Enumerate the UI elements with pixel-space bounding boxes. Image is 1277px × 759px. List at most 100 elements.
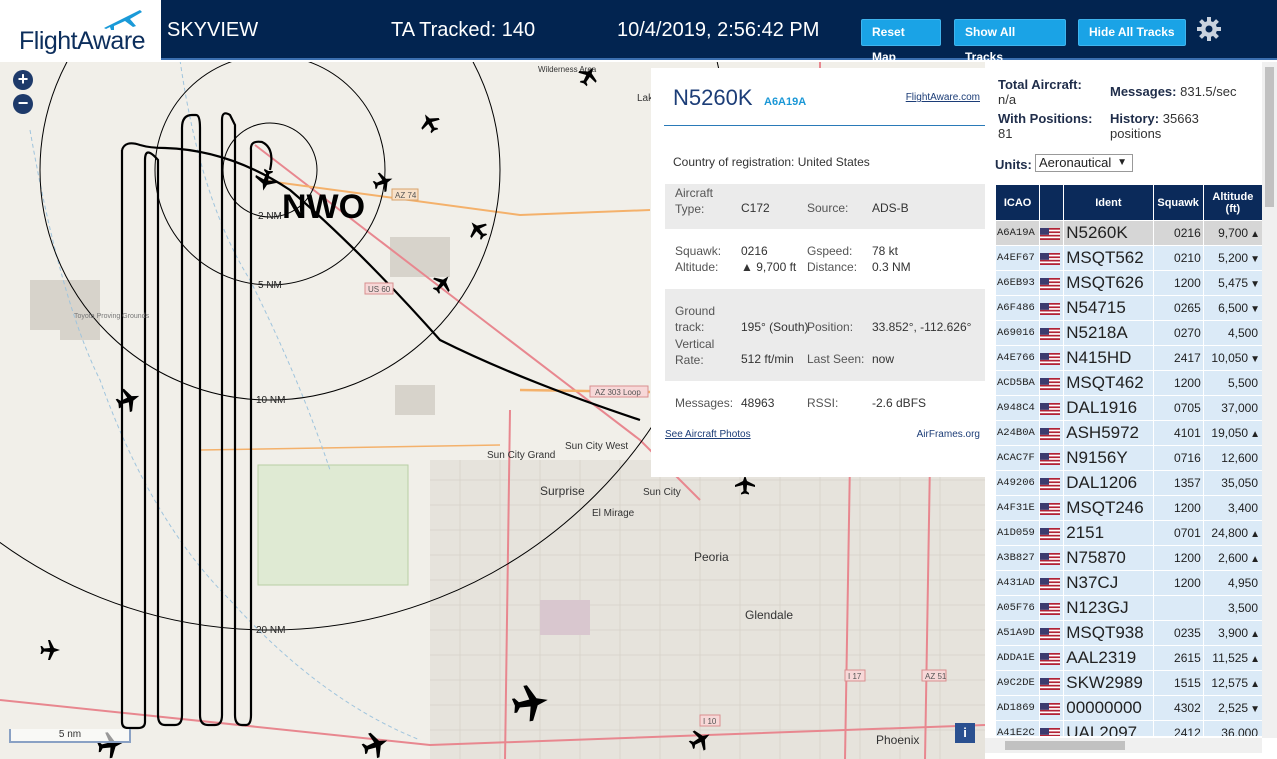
aircraft-icon[interactable] — [40, 640, 61, 660]
scrollbar-thumb[interactable] — [1265, 67, 1274, 207]
cell-icao: A49206 — [996, 471, 1040, 495]
cell-flag — [1040, 521, 1064, 545]
units-label: Units: — [995, 157, 1032, 172]
messages-value: 48963 — [741, 396, 775, 410]
table-row[interactable]: A9C2DE SKW2989 1515 12,575 ▲ — [996, 671, 1262, 695]
table-row[interactable]: AD1869 00000000 4302 2,525 ▼ — [996, 696, 1262, 720]
map-info-button[interactable]: i — [955, 723, 975, 743]
table-row[interactable]: ACAC7F N9156Y 0716 12,600 — [996, 446, 1262, 470]
zoom-in-button[interactable]: + — [13, 70, 33, 90]
airport-area — [540, 600, 590, 635]
table-row[interactable]: A948C4 DAL1916 0705 37,000 — [996, 396, 1262, 420]
table-row[interactable]: A4E766 N415HD 2417 10,050 ▼ — [996, 346, 1262, 370]
aircraft-table-container[interactable]: ICAO Ident Squawk Altitude (ft) A6A19A N5… — [995, 184, 1262, 736]
table-row[interactable]: A24B0A ASH5972 4101 19,050 ▲ — [996, 421, 1262, 445]
altitude-trend-icon: ▲ — [1250, 679, 1260, 690]
table-row[interactable]: A6A19A N5260K 0216 9,700 ▲ — [996, 221, 1262, 245]
us-flag-icon — [1040, 552, 1061, 565]
table-row[interactable]: A51A9D MSQT938 0235 3,900 ▲ — [996, 621, 1262, 645]
with-positions-value: 81 — [998, 126, 1013, 141]
table-row[interactable]: A69016 N5218A 0270 4,500 — [996, 321, 1262, 345]
altitude-trend-icon: ▲ — [1250, 654, 1260, 665]
scrollbar-thumb[interactable] — [1005, 741, 1125, 750]
selected-aircraft-panel: N5260K A6A19A FlightAware.com Country of… — [651, 68, 985, 477]
scale-bar: 5 nm — [9, 729, 131, 743]
gear-icon[interactable] — [1196, 16, 1222, 42]
cell-altitude: 35,050 — [1203, 471, 1262, 495]
us-flag-icon — [1040, 677, 1061, 690]
cell-flag — [1040, 646, 1064, 670]
altitude-trend-icon: ▼ — [1250, 354, 1260, 365]
cell-ident: 2151 — [1064, 521, 1153, 545]
units-select[interactable]: Aeronautical ▼ — [1035, 154, 1133, 172]
cell-icao: A24B0A — [996, 421, 1040, 445]
position-value: 33.852°, -112.626° — [872, 320, 972, 334]
logo-box[interactable]: FlightAware — [0, 0, 161, 60]
airframes-link[interactable]: AirFrames.org — [917, 429, 980, 440]
ground-track-label: Ground track: — [675, 304, 716, 334]
table-row[interactable]: A3B827 N75870 1200 2,600 ▲ — [996, 546, 1262, 570]
type-source-box: Aircraft Type: C172 Source: ADS-B — [665, 184, 985, 229]
range-label-10nm: 10 NM — [256, 395, 285, 406]
current-datetime: 10/4/2019, 2:56:42 PM — [617, 19, 820, 41]
cell-icao: A1D059 — [996, 521, 1040, 545]
us-flag-icon — [1040, 302, 1061, 315]
reset-map-button[interactable]: Reset Map — [861, 19, 941, 64]
cell-icao: ACAC7F — [996, 446, 1040, 470]
table-row[interactable]: A41E2C UAL2097 2412 36,000 — [996, 721, 1262, 736]
cell-altitude: 12,600 — [1203, 446, 1262, 470]
range-label-2nm: 2 NM — [258, 211, 282, 222]
table-row[interactable]: A49206 DAL1206 1357 35,050 — [996, 471, 1262, 495]
show-all-tracks-button[interactable]: Show All Tracks — [954, 19, 1066, 64]
cell-altitude: 5,500 — [1203, 371, 1262, 395]
selected-registration: N5260K — [673, 85, 753, 110]
altitude-value: 5,475 — [1218, 276, 1249, 290]
vertical-scrollbar[interactable] — [1262, 62, 1277, 738]
horizontal-scrollbar[interactable] — [985, 738, 1262, 753]
hide-all-tracks-button[interactable]: Hide All Tracks — [1078, 19, 1186, 46]
col-header-altitude[interactable]: Altitude (ft) — [1203, 185, 1262, 220]
cell-altitude: 6,500 ▼ — [1203, 296, 1262, 320]
cell-flag — [1040, 296, 1064, 320]
table-row[interactable]: A4EF67 MSQT562 0210 5,200 ▼ — [996, 246, 1262, 270]
aircraft-icon[interactable] — [358, 728, 392, 759]
cell-flag — [1040, 621, 1064, 645]
col-header-icao[interactable]: ICAO — [996, 185, 1040, 220]
cell-ident: UAL2097 — [1064, 721, 1153, 736]
altitude-trend-icon: ▼ — [1250, 304, 1260, 315]
table-row[interactable]: A6F486 N54715 0265 6,500 ▼ — [996, 296, 1262, 320]
cell-squawk: 2417 — [1153, 346, 1203, 370]
zoom-out-button[interactable]: − — [13, 94, 33, 114]
aircraft-icon[interactable] — [113, 384, 144, 416]
table-row[interactable]: A431AD N37CJ 1200 4,950 — [996, 571, 1262, 595]
cell-flag — [1040, 571, 1064, 595]
flightaware-link[interactable]: FlightAware.com — [906, 92, 980, 103]
cell-ident: SKW2989 — [1064, 671, 1153, 695]
table-row[interactable]: A6EB93 MSQT626 1200 5,475 ▼ — [996, 271, 1262, 295]
table-row[interactable]: A1D059 2151 0701 24,800 ▲ — [996, 521, 1262, 545]
table-row[interactable]: A05F76 N123GJ 3,500 — [996, 596, 1262, 620]
col-header-ident[interactable]: Ident — [1064, 185, 1153, 220]
cell-ident: MSQT626 — [1064, 271, 1153, 295]
table-row[interactable]: A4F31E MSQT246 1200 3,400 — [996, 496, 1262, 520]
selected-hex: A6A19A — [764, 96, 807, 108]
distance-label: Distance: — [807, 260, 858, 274]
top-header: FlightAware SKYVIEW TA Tracked: 140 10/4… — [0, 0, 1277, 64]
table-row[interactable]: ACD5BA MSQT462 1200 5,500 — [996, 371, 1262, 395]
col-header-squawk[interactable]: Squawk — [1153, 185, 1203, 220]
park-area — [257, 464, 409, 586]
place-label: Peoria — [694, 550, 729, 564]
us-flag-icon — [1040, 727, 1061, 736]
table-row[interactable]: ADDA1E AAL2319 2615 11,525 ▲ — [996, 646, 1262, 670]
aircraft-icon[interactable] — [416, 109, 444, 137]
aircraft-list-panel: Total Aircraft: n/a With Positions: 81 M… — [985, 62, 1277, 759]
gspeed-value: 78 kt — [872, 244, 899, 258]
cell-flag — [1040, 321, 1064, 345]
aircraft-photos-link[interactable]: See Aircraft Photos — [665, 429, 751, 440]
col-header-flag[interactable] — [1040, 185, 1064, 220]
aircraft-icon[interactable] — [463, 215, 492, 244]
us-flag-icon — [1040, 652, 1061, 665]
us-flag-icon — [1040, 427, 1061, 440]
country-label: Country of registration: — [673, 155, 795, 169]
aircraft-type-value: C172 — [741, 201, 770, 215]
